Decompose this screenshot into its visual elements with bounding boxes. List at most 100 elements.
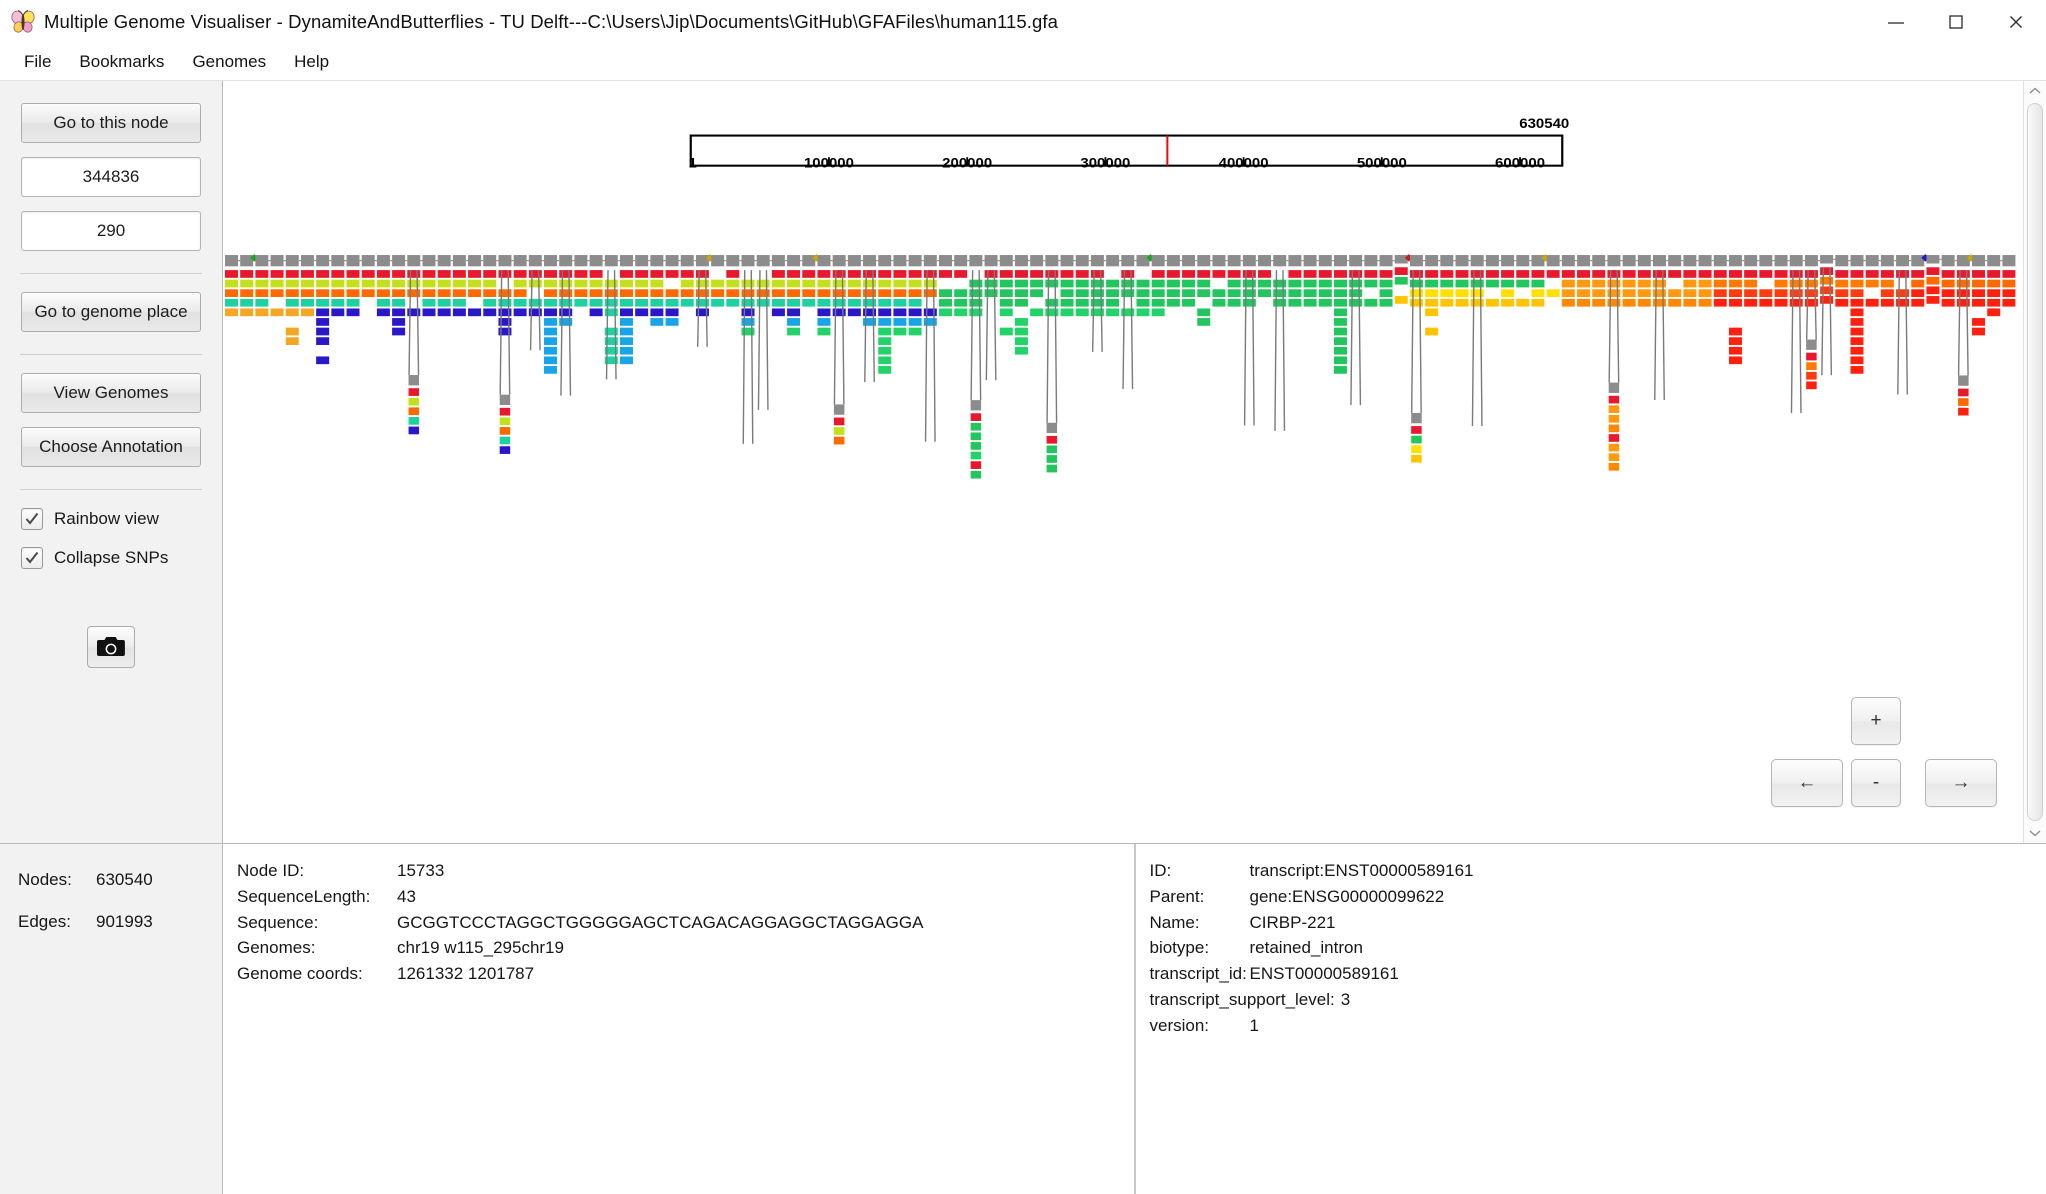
genome-graph-canvas[interactable]: 100000 200000 300000 400000 500000 600000 1 630… — [223, 81, 2023, 843]
menu-item-bookmarks[interactable]: Bookmarks — [65, 48, 178, 76]
scrollbar-thumb[interactable] — [2027, 103, 2043, 821]
annotation-row: transcript_id: ENST00000589161 — [1150, 961, 2046, 987]
minimize-icon[interactable] — [1866, 0, 1926, 44]
genome-path-block — [665, 308, 679, 317]
genome-path-block — [832, 270, 846, 278]
genome-path-block — [680, 279, 694, 288]
genome-path-block — [1865, 270, 1879, 278]
sidebar-divider-1 — [20, 273, 202, 274]
rainbow-view-checkbox[interactable] — [21, 508, 43, 530]
genome-path-block — [619, 327, 633, 336]
genome-path-block — [1608, 453, 1620, 462]
annotation-row: ID: transcript:ENST00000589161 — [1150, 858, 2046, 884]
graph-node — [361, 255, 375, 267]
graph-node — [1212, 255, 1226, 267]
screenshot-button[interactable] — [87, 626, 135, 668]
graph-node — [1804, 255, 1818, 267]
genome-path-block — [984, 279, 998, 288]
genome-path-block — [787, 308, 801, 317]
graph-node — [939, 255, 952, 267]
close-icon[interactable] — [1986, 0, 2046, 44]
pan-right-button[interactable]: → — [1925, 759, 1997, 807]
graph-node — [1789, 255, 1803, 267]
choose-annotation-button[interactable]: Choose Annotation — [21, 427, 201, 467]
genome-path-block — [954, 289, 968, 297]
genome-path-block — [1166, 298, 1180, 307]
view-genomes-button[interactable]: View Genomes — [21, 373, 201, 413]
genome-path-block — [817, 289, 831, 297]
genome-path-block — [771, 270, 785, 278]
genome-path-block — [589, 279, 603, 288]
genome-path-block — [726, 270, 740, 278]
genome-path-block — [1728, 346, 1742, 355]
zoom-out-button[interactable]: - — [1851, 759, 1901, 807]
vertical-scrollbar[interactable] — [2023, 81, 2046, 843]
genome-path-block — [878, 289, 892, 297]
genome-path-block — [1212, 289, 1226, 297]
graph-node — [893, 255, 907, 267]
genome-path-block — [1364, 270, 1378, 278]
collapse-snps-checkbox[interactable] — [21, 547, 43, 569]
genome-path-block — [619, 337, 633, 345]
graph-edge — [1046, 270, 1050, 423]
scroll-down-icon[interactable] — [2024, 823, 2046, 843]
radius-input[interactable]: 290 — [21, 211, 201, 251]
genome-path-block — [1653, 289, 1666, 297]
graph-node — [452, 255, 466, 267]
go-to-node-button[interactable]: Go to this node — [21, 103, 201, 143]
genome-path-block — [970, 442, 982, 450]
graph-node — [1485, 255, 1499, 267]
genome-path-block — [1197, 318, 1211, 326]
scroll-up-icon[interactable] — [2024, 81, 2046, 101]
genome-path-block — [408, 388, 420, 396]
graph-node — [741, 255, 755, 267]
graph-node — [695, 255, 709, 267]
genome-path-block — [635, 289, 649, 297]
genome-path-block — [1728, 337, 1742, 345]
scrollbar-track[interactable] — [2024, 101, 2046, 823]
rainbow-view-checkbox-row[interactable]: Rainbow view — [21, 508, 201, 530]
genome-path-block — [1698, 289, 1712, 297]
genome-path-block — [999, 308, 1013, 317]
menu-item-genomes[interactable]: Genomes — [178, 48, 280, 76]
genome-path-block — [1759, 298, 1773, 307]
genome-path-block — [1303, 298, 1317, 307]
genome-path-block — [331, 298, 345, 307]
genome-path-block — [437, 289, 451, 297]
genome-path-block — [619, 318, 633, 326]
genome-path-block — [1273, 298, 1287, 307]
genome-path-block — [1653, 298, 1666, 307]
graph-node — [1227, 255, 1241, 267]
genome-path-block — [802, 279, 816, 288]
genome-path-block — [832, 308, 846, 317]
pan-left-button[interactable]: ← — [1771, 759, 1843, 807]
maximize-icon[interactable] — [1926, 0, 1986, 44]
genome-path-block — [1045, 279, 1059, 288]
graph-node — [1303, 255, 1317, 267]
menu-item-help[interactable]: Help — [280, 48, 343, 76]
graph-node — [1318, 255, 1332, 267]
genome-path-block — [498, 308, 512, 317]
genome-path-block — [1288, 270, 1302, 278]
genome-path-block — [224, 308, 238, 317]
genome-path-block — [878, 318, 892, 326]
genome-path-block — [1926, 286, 1940, 295]
genome-path-block — [1303, 279, 1317, 288]
genome-path-block — [1060, 289, 1074, 297]
genome-path-block — [1349, 289, 1363, 297]
genome-path-block — [1075, 270, 1089, 278]
genome-path-block — [1151, 289, 1165, 297]
zoom-in-button[interactable]: + — [1851, 697, 1901, 745]
genome-path-block — [893, 298, 907, 307]
genome-path-block — [650, 279, 664, 288]
go-to-genome-place-button[interactable]: Go to genome place — [21, 292, 201, 332]
genome-path-block — [802, 270, 816, 278]
genome-path-block — [1409, 279, 1423, 288]
node-id-input[interactable]: 344836 — [21, 157, 201, 197]
graph-node — [1151, 255, 1165, 267]
menu-item-file[interactable]: File — [10, 48, 65, 76]
genome-path-block — [1411, 445, 1422, 453]
genome-path-block — [1972, 289, 1986, 297]
genome-path-block — [1045, 298, 1059, 307]
collapse-snps-checkbox-row[interactable]: Collapse SNPs — [21, 547, 201, 569]
